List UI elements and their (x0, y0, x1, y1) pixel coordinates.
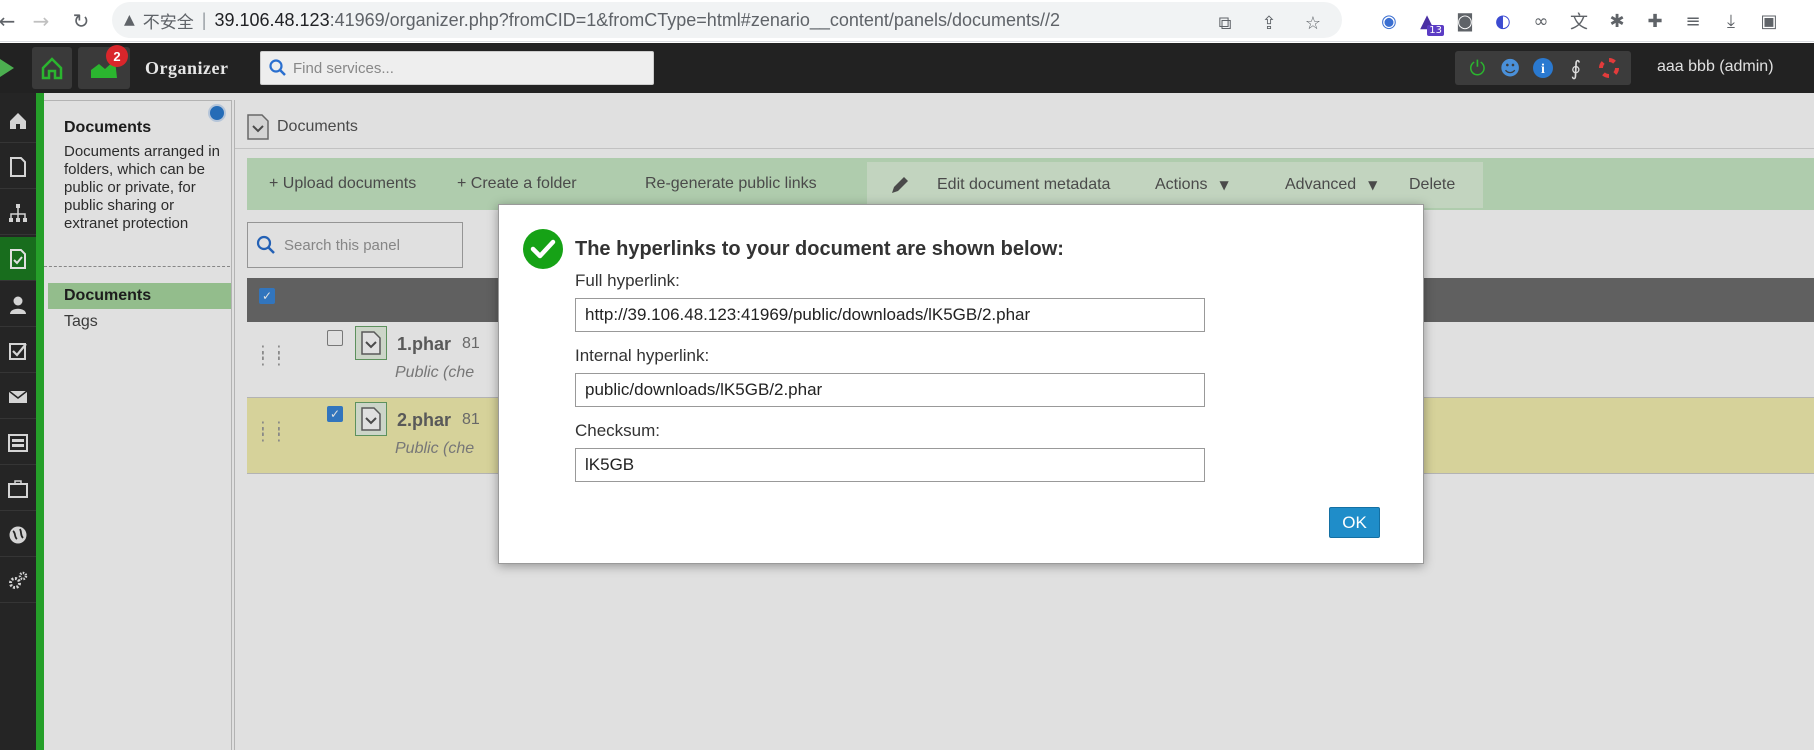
side-panel-icon[interactable]: ▣ (1752, 4, 1786, 38)
panda-extension-icon[interactable]: ◙ (1448, 4, 1482, 38)
dialog-title: The hyperlinks to your document are show… (575, 238, 1064, 260)
zenario-logo-icon (0, 59, 14, 77)
address-separator: | (201, 9, 207, 30)
url-path: :41969/organizer.php?fromCID=1&fromCType… (329, 9, 1061, 30)
ok-button[interactable]: OK (1329, 507, 1380, 538)
organizer-tab[interactable]: 2 (78, 45, 130, 89)
header-tools: ⏻ ☻ i ∮ (1455, 51, 1631, 85)
globe-extension-icon[interactable]: ◉ (1372, 4, 1406, 38)
home-tab[interactable] (32, 47, 72, 89)
bug-extension-icon[interactable]: ✱ (1600, 4, 1634, 38)
translate-extension-icon[interactable]: 文 (1562, 4, 1596, 38)
info-icon[interactable]: i (1530, 55, 1556, 81)
forward-icon[interactable]: → (26, 6, 56, 36)
bookmark-star-icon[interactable]: ☆ (1296, 6, 1330, 40)
support-agent-icon[interactable]: ☻ (1497, 55, 1523, 81)
notification-badge: 2 (106, 45, 128, 67)
stethoscope-icon[interactable]: ∮ (1563, 55, 1589, 81)
puzzle-extensions-icon[interactable]: ✚ (1638, 4, 1672, 38)
graduation-cap-extension-icon[interactable]: ▲ 13 (1410, 4, 1444, 38)
link-extension-icon[interactable]: ∞ (1524, 4, 1558, 38)
full-hyperlink-label: Full hyperlink: (575, 271, 680, 290)
back-icon[interactable]: ← (0, 6, 22, 36)
power-icon[interactable]: ⏻ (1464, 55, 1490, 81)
url-host: 39.106.48.123 (214, 9, 330, 30)
checksum-field[interactable] (575, 448, 1205, 482)
success-check-icon (523, 229, 563, 269)
hyperlinks-dialog: The hyperlinks to your document are show… (498, 204, 1424, 564)
app-header: 2 Organizer ⏻ ☻ i ∮ aaa bbb (admin) (0, 43, 1814, 93)
app-title: Organizer (145, 58, 229, 78)
user-name[interactable]: aaa bbb (admin) (1657, 58, 1774, 76)
reload-icon[interactable]: ↻ (66, 6, 96, 36)
search-icon (269, 59, 286, 76)
checksum-label: Checksum: (575, 421, 661, 440)
find-services-box[interactable] (260, 51, 654, 85)
warning-icon: ▲ (124, 12, 135, 28)
insecure-label: 不安全 (142, 12, 194, 33)
svg-text:i: i (1541, 62, 1545, 77)
internal-hyperlink-field[interactable] (575, 373, 1205, 407)
address-bar[interactable]: ▲ 不安全 | 39.106.48.123:41969/organizer.ph… (112, 2, 1342, 38)
find-services-input[interactable] (293, 59, 633, 77)
full-hyperlink-field[interactable] (575, 298, 1205, 332)
browser-toolbar: ← → ↻ ▲ 不安全 | 39.106.48.123:41969/organi… (0, 0, 1814, 42)
home-green-icon (41, 57, 63, 80)
reading-list-icon[interactable]: ≡ (1676, 4, 1710, 38)
share-icon[interactable]: ⇪ (1252, 6, 1286, 40)
extension-badge: 13 (1427, 25, 1444, 36)
extension-icons: ◉ ▲ 13 ◙ ◐ ∞ 文 ✱ ✚ ≡ ⤓ ▣ (1372, 4, 1786, 38)
internal-hyperlink-label: Internal hyperlink: (575, 346, 710, 365)
swirl-extension-icon[interactable]: ◐ (1486, 4, 1520, 38)
lifebuoy-icon[interactable] (1596, 55, 1622, 81)
download-icon[interactable]: ⤓ (1714, 4, 1748, 38)
address-actions: ⧉ ⇪ ☆ (1208, 6, 1330, 40)
translate-page-icon[interactable]: ⧉ (1208, 6, 1242, 40)
